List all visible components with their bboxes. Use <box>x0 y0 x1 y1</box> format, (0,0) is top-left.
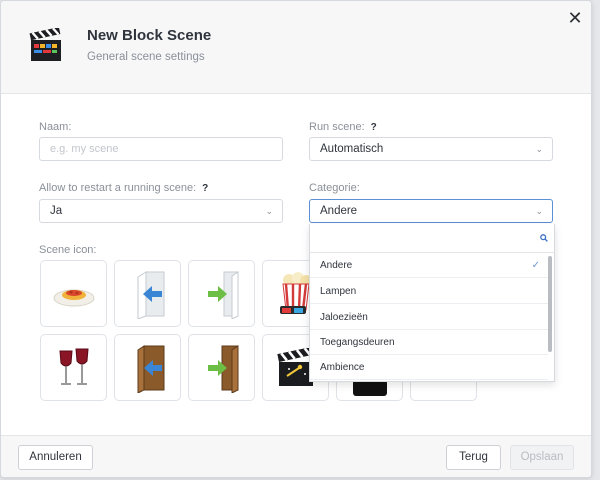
cancel-button[interactable]: Annuleren <box>18 445 93 470</box>
dialog-title: New Block Scene <box>87 27 212 44</box>
allow-restart-label-text: Allow to restart a running scene: <box>39 182 197 194</box>
naam-input[interactable] <box>50 139 271 159</box>
back-button[interactable]: Terug <box>446 445 501 470</box>
close-icon[interactable]: ✕ <box>567 9 583 27</box>
save-button[interactable]: Opslaan <box>510 445 574 470</box>
dropdown-item-toegangsdeuren[interactable]: Toegangsdeuren <box>310 330 548 355</box>
wooden-door-enter-icon <box>137 344 164 393</box>
dropdown-item-label: Toegangsdeuren <box>320 337 395 348</box>
run-scene-label: Run scene:? <box>309 121 377 133</box>
icon-option-pasta[interactable] <box>40 260 107 327</box>
dropdown-item-label: Lampen <box>320 286 357 297</box>
run-scene-value: Automatisch <box>320 143 384 155</box>
dialog-footer: Annuleren Terug Opslaan <box>1 435 591 477</box>
allow-restart-help-icon[interactable]: ? <box>202 183 208 194</box>
allow-restart-select[interactable]: Ja ⌄ <box>39 199 283 223</box>
wooden-door-exit-icon <box>207 344 238 393</box>
allow-restart-label: Allow to restart a running scene:? <box>39 182 208 194</box>
dropdown-search[interactable] <box>310 224 554 253</box>
dropdown-item-label: Andere <box>320 260 353 271</box>
dialog-header: New Block Scene General scene settings <box>1 1 591 94</box>
icon-option-wine[interactable] <box>40 334 107 401</box>
door-enter-arrow-icon <box>137 270 164 319</box>
icon-option-door-enter[interactable] <box>114 260 181 327</box>
scene-icon-label: Scene icon: <box>39 244 97 256</box>
categorie-select[interactable]: Andere ⌄ <box>309 199 553 223</box>
run-scene-help-icon[interactable]: ? <box>371 122 377 133</box>
naam-field[interactable] <box>39 137 283 161</box>
chevron-down-icon: ⌄ <box>265 206 273 216</box>
dialog-subtitle: General scene settings <box>87 51 205 63</box>
dropdown-item-ambience[interactable]: Ambience <box>310 355 548 380</box>
icon-option-wooden-door-exit[interactable] <box>188 334 255 401</box>
dropdown-item-andere[interactable]: Andere ✓ <box>310 253 548 278</box>
icon-option-wooden-door-enter[interactable] <box>114 334 181 401</box>
pasta-plate-icon <box>53 289 94 306</box>
dropdown-scrollbar[interactable] <box>548 256 552 352</box>
run-scene-select[interactable]: Automatisch ⌄ <box>309 137 553 161</box>
door-exit-arrow-icon <box>207 270 238 319</box>
chevron-down-icon: ⌄ <box>535 144 543 154</box>
categorie-dropdown: Andere ✓ Lampen Jaloezieën Toegangsdeure… <box>309 224 555 382</box>
dropdown-item-label: Jaloezieën <box>320 312 368 323</box>
search-icon <box>540 234 548 242</box>
naam-label: Naam: <box>39 121 72 133</box>
dropdown-item-label: Ambience <box>320 362 365 373</box>
new-block-scene-dialog: New Block Scene General scene settings ✕… <box>0 0 592 478</box>
chevron-down-icon: ⌄ <box>535 206 543 216</box>
check-icon: ✓ <box>531 260 540 271</box>
clapperboard-icon <box>29 28 61 61</box>
wine-glasses-icon <box>58 348 89 385</box>
categorie-value: Andere <box>320 205 358 217</box>
run-scene-label-text: Run scene: <box>309 121 365 133</box>
icon-option-door-exit[interactable] <box>188 260 255 327</box>
categorie-label: Categorie: <box>309 182 360 194</box>
allow-restart-value: Ja <box>50 205 63 217</box>
dropdown-item-jaloezieen[interactable]: Jaloezieën <box>310 305 548 330</box>
dropdown-search-input[interactable] <box>316 228 530 250</box>
dropdown-item-lampen[interactable]: Lampen <box>310 279 548 304</box>
